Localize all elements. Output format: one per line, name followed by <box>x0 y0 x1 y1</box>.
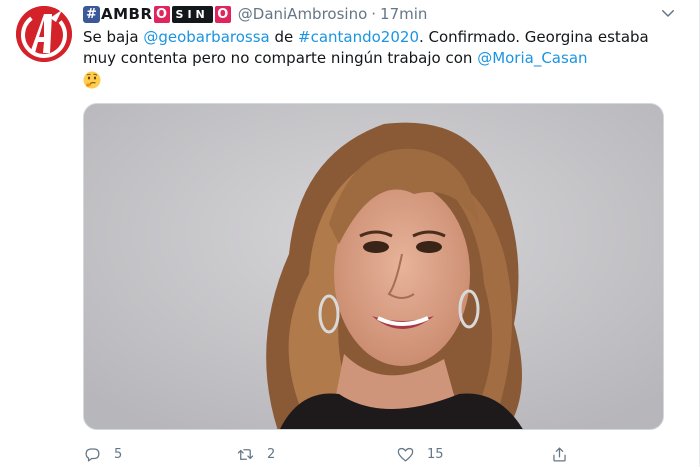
reply-icon <box>85 447 100 461</box>
hashtag-link[interactable]: #cantando2020 <box>298 28 419 46</box>
mention-link[interactable]: @Moria_Casan <box>477 49 587 67</box>
retweet-count: 2 <box>267 446 276 462</box>
heart-icon <box>397 447 414 461</box>
display-name-hash: # <box>83 5 100 23</box>
tweet-timestamp[interactable]: 17min <box>380 5 427 23</box>
display-name-red-box-2: O <box>214 5 231 23</box>
header-separator: · <box>371 5 377 23</box>
tweet[interactable]: # AMBR O SIN O @DaniAmbrosino · 17min Se… <box>0 0 700 467</box>
tweet-image[interactable] <box>83 103 664 430</box>
tweet-text: Se baja @geobarbarossa de #cantando2020.… <box>83 27 673 92</box>
tweet-header: # AMBR O SIN O @DaniAmbrosino · 17min <box>83 3 427 25</box>
share-button[interactable] <box>550 442 581 466</box>
display-name-red-box: O <box>153 5 170 23</box>
tweet-text-part: de <box>269 28 299 46</box>
avatar[interactable] <box>16 6 72 62</box>
thinking-face-emoji-icon <box>83 71 101 89</box>
reply-button[interactable]: 5 <box>83 442 122 466</box>
like-button[interactable]: 15 <box>396 442 444 466</box>
display-name[interactable]: # AMBR O SIN O <box>83 4 232 24</box>
mention-link[interactable]: @geobarbarossa <box>143 28 269 46</box>
like-count: 15 <box>427 446 444 462</box>
reply-count: 5 <box>114 446 123 462</box>
share-icon <box>553 447 566 461</box>
display-name-part: AMBR <box>101 5 153 23</box>
tweet-actions: 5 2 15 <box>83 442 603 466</box>
retweet-button[interactable]: 2 <box>236 442 275 466</box>
avengers-logo-icon <box>16 6 72 62</box>
user-handle[interactable]: @DaniAmbrosino <box>238 5 368 23</box>
chevron-down-icon[interactable] <box>659 4 677 22</box>
portrait-photo-image <box>84 104 663 429</box>
tweet-text-part: Se baja <box>83 28 144 46</box>
display-name-black-box: SIN <box>171 5 213 23</box>
retweet-icon <box>237 448 254 460</box>
